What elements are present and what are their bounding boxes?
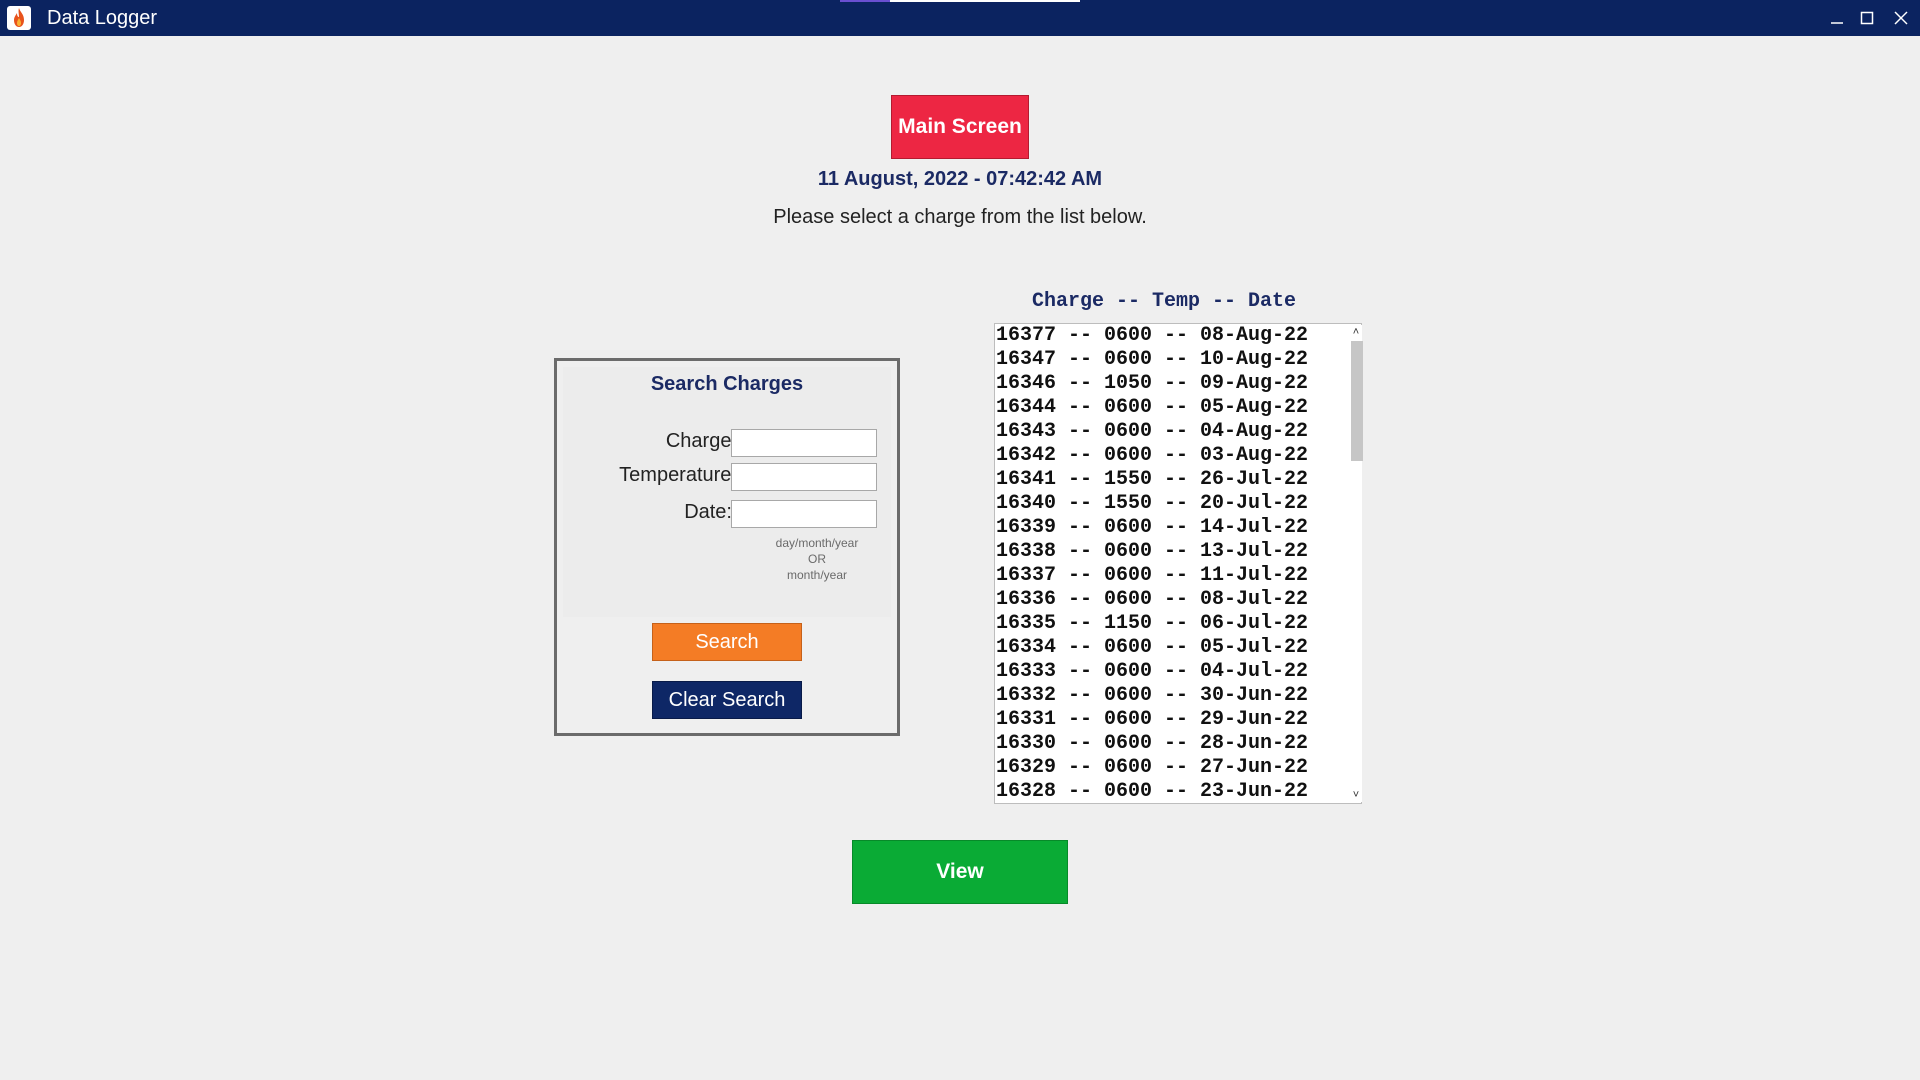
scroll-down-arrow-icon[interactable]: ˅ (1350, 788, 1362, 802)
list-item[interactable]: 16330 -- 0600 -- 28-Jun-22 (995, 732, 1345, 756)
charges-list-scrollbar[interactable]: ˄ ˅ (1350, 325, 1363, 802)
date-input[interactable] (731, 500, 877, 528)
list-item[interactable]: 16331 -- 0600 -- 29-Jun-22 (995, 708, 1345, 732)
datetime-label: 11 August, 2022 - 07:42:42 AM (817, 168, 1103, 190)
list-item[interactable]: 16341 -- 1550 -- 26-Jul-22 (995, 468, 1345, 492)
close-icon[interactable] (1887, 6, 1915, 30)
list-item[interactable]: 16338 -- 0600 -- 13-Jul-22 (995, 540, 1345, 564)
list-item[interactable]: 16346 -- 1050 -- 09-Aug-22 (995, 372, 1345, 396)
scrollbar-thumb[interactable] (1351, 341, 1363, 461)
list-item[interactable]: 16334 -- 0600 -- 05-Jul-22 (995, 636, 1345, 660)
main-screen-button[interactable]: Main Screen (891, 95, 1029, 159)
list-item[interactable]: 16347 -- 0600 -- 10-Aug-22 (995, 348, 1345, 372)
list-item[interactable]: 16333 -- 0600 -- 04-Jul-22 (995, 660, 1345, 684)
maximize-icon[interactable] (1853, 6, 1881, 30)
charge-label: Charge: (665, 430, 737, 452)
flame-icon (7, 6, 31, 30)
search-panel-title: Search Charges (650, 373, 804, 395)
date-hint-line-1: day/month/year (775, 536, 859, 550)
list-item[interactable]: 16328 -- 0600 -- 23-Jun-22 (995, 780, 1345, 803)
charges-list-header: Charge -- Temp -- Date (1032, 290, 1297, 313)
list-item[interactable]: 16332 -- 0600 -- 30-Jun-22 (995, 684, 1345, 708)
list-item[interactable]: 16342 -- 0600 -- 03-Aug-22 (995, 444, 1345, 468)
list-item[interactable]: 16335 -- 1150 -- 06-Jul-22 (995, 612, 1345, 636)
list-item[interactable]: 16339 -- 0600 -- 14-Jul-22 (995, 516, 1345, 540)
charges-list-items: 16377 -- 0600 -- 08-Aug-22 16347 -- 0600 … (995, 324, 1345, 803)
clear-search-button[interactable]: Clear Search (652, 681, 802, 719)
temperature-input[interactable] (731, 463, 877, 491)
scroll-up-arrow-icon[interactable]: ˄ (1350, 325, 1362, 339)
view-button[interactable]: View (852, 840, 1068, 904)
date-label: Date: (684, 501, 732, 523)
temperature-label: Temperature: (619, 464, 737, 486)
search-panel: Search Charges Charge: Temperature: Date… (554, 358, 900, 736)
minimize-icon[interactable] (1823, 6, 1851, 30)
instruction-text: Please select a charge from the list bel… (773, 206, 1147, 228)
list-item[interactable]: 16329 -- 0600 -- 27-Jun-22 (995, 756, 1345, 780)
list-item[interactable]: 16377 -- 0600 -- 08-Aug-22 (995, 324, 1345, 348)
window-title: Data Logger (47, 7, 158, 29)
date-hint-line-2: OR (808, 552, 826, 566)
list-item[interactable]: 16337 -- 0600 -- 11-Jul-22 (995, 564, 1345, 588)
title-bar-accent-highlight (840, 0, 890, 2)
search-button[interactable]: Search (652, 623, 802, 661)
charges-listbox[interactable]: 16377 -- 0600 -- 08-Aug-22 16347 -- 0600 … (994, 323, 1362, 804)
list-item[interactable]: 16343 -- 0600 -- 04-Aug-22 (995, 420, 1345, 444)
list-item[interactable]: 16340 -- 1550 -- 20-Jul-22 (995, 492, 1345, 516)
charge-input[interactable] (731, 429, 877, 457)
list-item[interactable]: 16336 -- 0600 -- 08-Jul-22 (995, 588, 1345, 612)
date-hint-line-3: month/year (786, 568, 848, 582)
date-format-hint: day/month/year OR month/year (757, 535, 877, 583)
title-bar: Data Logger (0, 0, 1920, 36)
list-item[interactable]: 16344 -- 0600 -- 05-Aug-22 (995, 396, 1345, 420)
